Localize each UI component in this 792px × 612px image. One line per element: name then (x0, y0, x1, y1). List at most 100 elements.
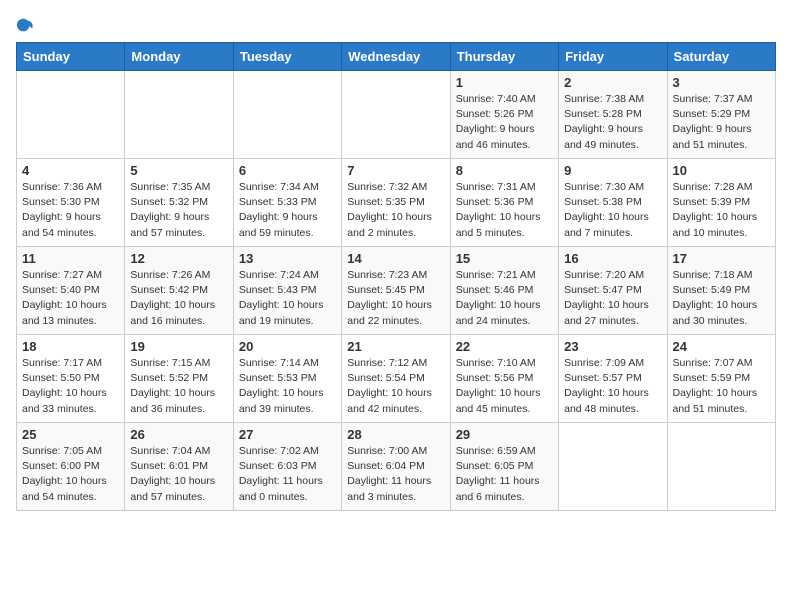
calendar-cell: 3 Sunrise: 7:37 AMSunset: 5:29 PMDaylight… (667, 71, 775, 159)
calendar-cell (559, 423, 667, 511)
day-info: Sunrise: 7:27 AMSunset: 5:40 PMDaylight:… (22, 268, 119, 329)
calendar-cell: 16 Sunrise: 7:20 AMSunset: 5:47 PMDayligh… (559, 247, 667, 335)
day-number: 16 (564, 251, 661, 266)
day-info: Sunrise: 7:40 AMSunset: 5:26 PMDaylight:… (456, 92, 553, 153)
calendar-cell: 25 Sunrise: 7:05 AMSunset: 6:00 PMDayligh… (17, 423, 125, 511)
day-number: 6 (239, 163, 336, 178)
day-info: Sunrise: 7:32 AMSunset: 5:35 PMDaylight:… (347, 180, 444, 241)
day-number: 15 (456, 251, 553, 266)
calendar-cell: 15 Sunrise: 7:21 AMSunset: 5:46 PMDayligh… (450, 247, 558, 335)
day-number: 28 (347, 427, 444, 442)
day-info: Sunrise: 7:17 AMSunset: 5:50 PMDaylight:… (22, 356, 119, 417)
day-number: 25 (22, 427, 119, 442)
calendar-cell (233, 71, 341, 159)
calendar-cell: 18 Sunrise: 7:17 AMSunset: 5:50 PMDayligh… (17, 335, 125, 423)
day-number: 2 (564, 75, 661, 90)
day-info: Sunrise: 7:36 AMSunset: 5:30 PMDaylight:… (22, 180, 119, 241)
day-info: Sunrise: 7:04 AMSunset: 6:01 PMDaylight:… (130, 444, 227, 505)
day-number: 4 (22, 163, 119, 178)
day-header-monday: Monday (125, 43, 233, 71)
calendar-cell: 29 Sunrise: 6:59 AMSunset: 6:05 PMDayligh… (450, 423, 558, 511)
calendar-cell: 26 Sunrise: 7:04 AMSunset: 6:01 PMDayligh… (125, 423, 233, 511)
calendar-cell: 14 Sunrise: 7:23 AMSunset: 5:45 PMDayligh… (342, 247, 450, 335)
day-number: 26 (130, 427, 227, 442)
calendar-cell: 2Sunrise: 7:38 AMSunset: 5:28 PMDaylight… (559, 71, 667, 159)
calendar-cell: 20Sunrise: 7:14 AMSunset: 5:53 PMDayligh… (233, 335, 341, 423)
calendar-cell: 1 Sunrise: 7:40 AMSunset: 5:26 PMDaylight… (450, 71, 558, 159)
calendar-cell: 21 Sunrise: 7:12 AMSunset: 5:54 PMDayligh… (342, 335, 450, 423)
day-info: Sunrise: 7:18 AMSunset: 5:49 PMDaylight:… (673, 268, 770, 329)
calendar-cell: 17 Sunrise: 7:18 AMSunset: 5:49 PMDayligh… (667, 247, 775, 335)
calendar-cell: 24 Sunrise: 7:07 AMSunset: 5:59 PMDayligh… (667, 335, 775, 423)
logo-icon (16, 16, 34, 34)
calendar-cell: 6 Sunrise: 7:34 AMSunset: 5:33 PMDaylight… (233, 159, 341, 247)
calendar-table: SundayMondayTuesdayWednesdayThursdayFrid… (16, 42, 776, 511)
calendar-cell: 27 Sunrise: 7:02 AMSunset: 6:03 PMDayligh… (233, 423, 341, 511)
calendar-cell (17, 71, 125, 159)
header (16, 16, 776, 34)
day-number: 11 (22, 251, 119, 266)
day-info: Sunrise: 7:09 AMSunset: 5:57 PMDaylight:… (564, 356, 661, 417)
day-info: Sunrise: 7:05 AMSunset: 6:00 PMDaylight:… (22, 444, 119, 505)
week-row-0: 1 Sunrise: 7:40 AMSunset: 5:26 PMDaylight… (17, 71, 776, 159)
day-number: 13 (239, 251, 336, 266)
calendar-cell: 28 Sunrise: 7:00 AMSunset: 6:04 PMDayligh… (342, 423, 450, 511)
day-info: Sunrise: 7:24 AMSunset: 5:43 PMDaylight:… (239, 268, 336, 329)
day-info: Sunrise: 7:28 AMSunset: 5:39 PMDaylight:… (673, 180, 770, 241)
header-row: SundayMondayTuesdayWednesdayThursdayFrid… (17, 43, 776, 71)
day-info: Sunrise: 7:21 AMSunset: 5:46 PMDaylight:… (456, 268, 553, 329)
day-info: Sunrise: 7:00 AMSunset: 6:04 PMDaylight:… (347, 444, 444, 505)
day-info: Sunrise: 6:59 AMSunset: 6:05 PMDaylight:… (456, 444, 553, 505)
calendar-cell: 22Sunrise: 7:10 AMSunset: 5:56 PMDayligh… (450, 335, 558, 423)
day-number: 19 (130, 339, 227, 354)
day-info: Sunrise: 7:23 AMSunset: 5:45 PMDaylight:… (347, 268, 444, 329)
day-number: 22 (456, 339, 553, 354)
calendar-cell: 13 Sunrise: 7:24 AMSunset: 5:43 PMDayligh… (233, 247, 341, 335)
day-header-wednesday: Wednesday (342, 43, 450, 71)
day-number: 21 (347, 339, 444, 354)
calendar-cell: 11 Sunrise: 7:27 AMSunset: 5:40 PMDayligh… (17, 247, 125, 335)
calendar-cell (667, 423, 775, 511)
day-info: Sunrise: 7:35 AMSunset: 5:32 PMDaylight:… (130, 180, 227, 241)
day-info: Sunrise: 7:26 AMSunset: 5:42 PMDaylight:… (130, 268, 227, 329)
day-number: 18 (22, 339, 119, 354)
calendar-cell: 19 Sunrise: 7:15 AMSunset: 5:52 PMDayligh… (125, 335, 233, 423)
day-info: Sunrise: 7:12 AMSunset: 5:54 PMDaylight:… (347, 356, 444, 417)
day-info: Sunrise: 7:07 AMSunset: 5:59 PMDaylight:… (673, 356, 770, 417)
calendar-cell: 7Sunrise: 7:32 AMSunset: 5:35 PMDaylight… (342, 159, 450, 247)
day-number: 8 (456, 163, 553, 178)
day-number: 20 (239, 339, 336, 354)
day-info: Sunrise: 7:34 AMSunset: 5:33 PMDaylight:… (239, 180, 336, 241)
day-number: 17 (673, 251, 770, 266)
day-header-sunday: Sunday (17, 43, 125, 71)
day-number: 9 (564, 163, 661, 178)
day-number: 14 (347, 251, 444, 266)
day-number: 24 (673, 339, 770, 354)
calendar-cell: 5 Sunrise: 7:35 AMSunset: 5:32 PMDaylight… (125, 159, 233, 247)
day-number: 29 (456, 427, 553, 442)
calendar-cell: 10Sunrise: 7:28 AMSunset: 5:39 PMDayligh… (667, 159, 775, 247)
calendar-cell: 9Sunrise: 7:30 AMSunset: 5:38 PMDaylight… (559, 159, 667, 247)
calendar-cell: 4 Sunrise: 7:36 AMSunset: 5:30 PMDaylight… (17, 159, 125, 247)
logo (16, 16, 38, 34)
day-number: 1 (456, 75, 553, 90)
week-row-2: 11 Sunrise: 7:27 AMSunset: 5:40 PMDayligh… (17, 247, 776, 335)
day-header-tuesday: Tuesday (233, 43, 341, 71)
calendar-cell: 8 Sunrise: 7:31 AMSunset: 5:36 PMDaylight… (450, 159, 558, 247)
day-header-saturday: Saturday (667, 43, 775, 71)
day-number: 3 (673, 75, 770, 90)
day-info: Sunrise: 7:20 AMSunset: 5:47 PMDaylight:… (564, 268, 661, 329)
day-info: Sunrise: 7:37 AMSunset: 5:29 PMDaylight:… (673, 92, 770, 153)
day-number: 23 (564, 339, 661, 354)
week-row-4: 25 Sunrise: 7:05 AMSunset: 6:00 PMDayligh… (17, 423, 776, 511)
day-number: 5 (130, 163, 227, 178)
day-header-thursday: Thursday (450, 43, 558, 71)
day-info: Sunrise: 7:15 AMSunset: 5:52 PMDaylight:… (130, 356, 227, 417)
day-header-friday: Friday (559, 43, 667, 71)
day-number: 27 (239, 427, 336, 442)
week-row-3: 18 Sunrise: 7:17 AMSunset: 5:50 PMDayligh… (17, 335, 776, 423)
day-info: Sunrise: 7:02 AMSunset: 6:03 PMDaylight:… (239, 444, 336, 505)
day-info: Sunrise: 7:31 AMSunset: 5:36 PMDaylight:… (456, 180, 553, 241)
day-number: 12 (130, 251, 227, 266)
week-row-1: 4 Sunrise: 7:36 AMSunset: 5:30 PMDaylight… (17, 159, 776, 247)
